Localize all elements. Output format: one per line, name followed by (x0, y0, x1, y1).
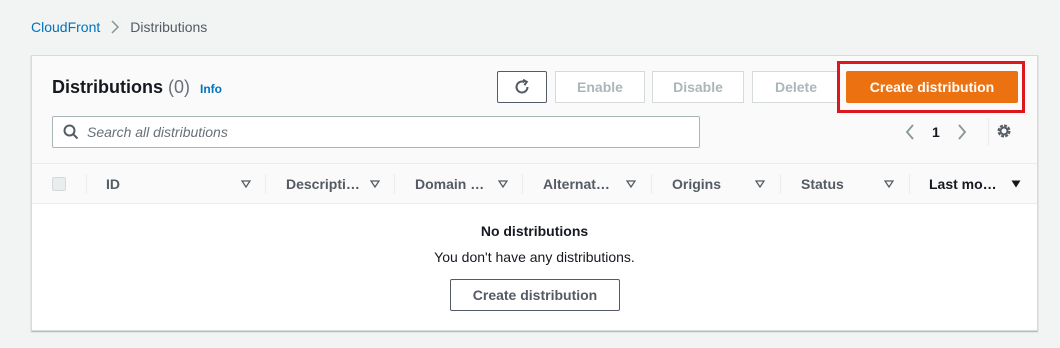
gear-icon[interactable] (995, 122, 1013, 140)
column-divider (86, 174, 87, 194)
empty-state-message: You don't have any distributions. (434, 249, 635, 265)
info-link[interactable]: Info (200, 82, 222, 96)
delete-button[interactable]: Delete (752, 71, 840, 103)
page-title-text: Distributions (52, 77, 163, 97)
column-origins[interactable]: Origins (672, 164, 780, 204)
previous-page-icon[interactable] (900, 124, 920, 140)
column-description[interactable]: Descripti… (286, 164, 394, 204)
sort-triangle-icon[interactable] (755, 180, 765, 188)
refresh-button[interactable] (497, 71, 547, 103)
column-label: Alternat… (543, 176, 610, 192)
search-input[interactable] (87, 124, 667, 140)
create-distribution-button[interactable]: Create distribution (846, 71, 1018, 103)
table-header: ID Descripti… Domain … Alternat… Origins… (32, 164, 1037, 204)
column-divider (651, 174, 652, 194)
column-label: ID (106, 176, 120, 192)
select-all-checkbox[interactable] (52, 177, 66, 191)
column-id[interactable]: ID (106, 164, 266, 204)
column-last-modified[interactable]: Last mo… (929, 164, 1029, 204)
column-alternate[interactable]: Alternat… (543, 164, 651, 204)
sort-descending-icon[interactable] (1011, 180, 1021, 188)
column-domain[interactable]: Domain … (415, 164, 523, 204)
next-page-icon[interactable] (952, 124, 972, 140)
chevron-right-icon (110, 20, 120, 34)
column-label: Descripti… (286, 176, 360, 192)
column-divider (909, 174, 910, 194)
sort-triangle-icon[interactable] (626, 180, 636, 188)
refresh-icon (515, 78, 529, 94)
column-divider (394, 174, 395, 194)
pager-divider (988, 118, 989, 146)
empty-state-title: No distributions (480, 223, 589, 239)
panel-header: Distributions (0) Info Enable Disable De… (32, 56, 1037, 164)
current-page-number[interactable]: 1 (932, 124, 940, 140)
disable-button[interactable]: Disable (652, 71, 744, 103)
column-label: Last mo… (929, 176, 997, 192)
breadcrumb-current: Distributions (130, 19, 208, 35)
column-label: Status (801, 176, 844, 192)
breadcrumb-cloudfront-link[interactable]: CloudFront (31, 19, 100, 35)
distributions-panel: Distributions (0) Info Enable Disable De… (31, 55, 1038, 331)
distribution-count: (0) (168, 77, 190, 97)
column-divider (522, 174, 523, 194)
sort-triangle-icon[interactable] (370, 180, 380, 188)
sort-triangle-icon[interactable] (498, 180, 508, 188)
page-title: Distributions (0) (52, 77, 190, 98)
column-label: Origins (672, 176, 722, 192)
column-divider (265, 174, 266, 194)
sort-triangle-icon[interactable] (884, 180, 894, 188)
column-divider (780, 174, 781, 194)
breadcrumb: CloudFront Distributions (31, 18, 207, 36)
search-box (52, 116, 700, 148)
empty-create-distribution-button[interactable]: Create distribution (450, 279, 620, 311)
column-status[interactable]: Status (801, 164, 909, 204)
enable-button[interactable]: Enable (555, 71, 645, 103)
search-icon (63, 124, 79, 140)
sort-triangle-icon[interactable] (241, 180, 251, 188)
pagination: 1 (900, 121, 972, 143)
column-label: Domain … (415, 176, 485, 192)
